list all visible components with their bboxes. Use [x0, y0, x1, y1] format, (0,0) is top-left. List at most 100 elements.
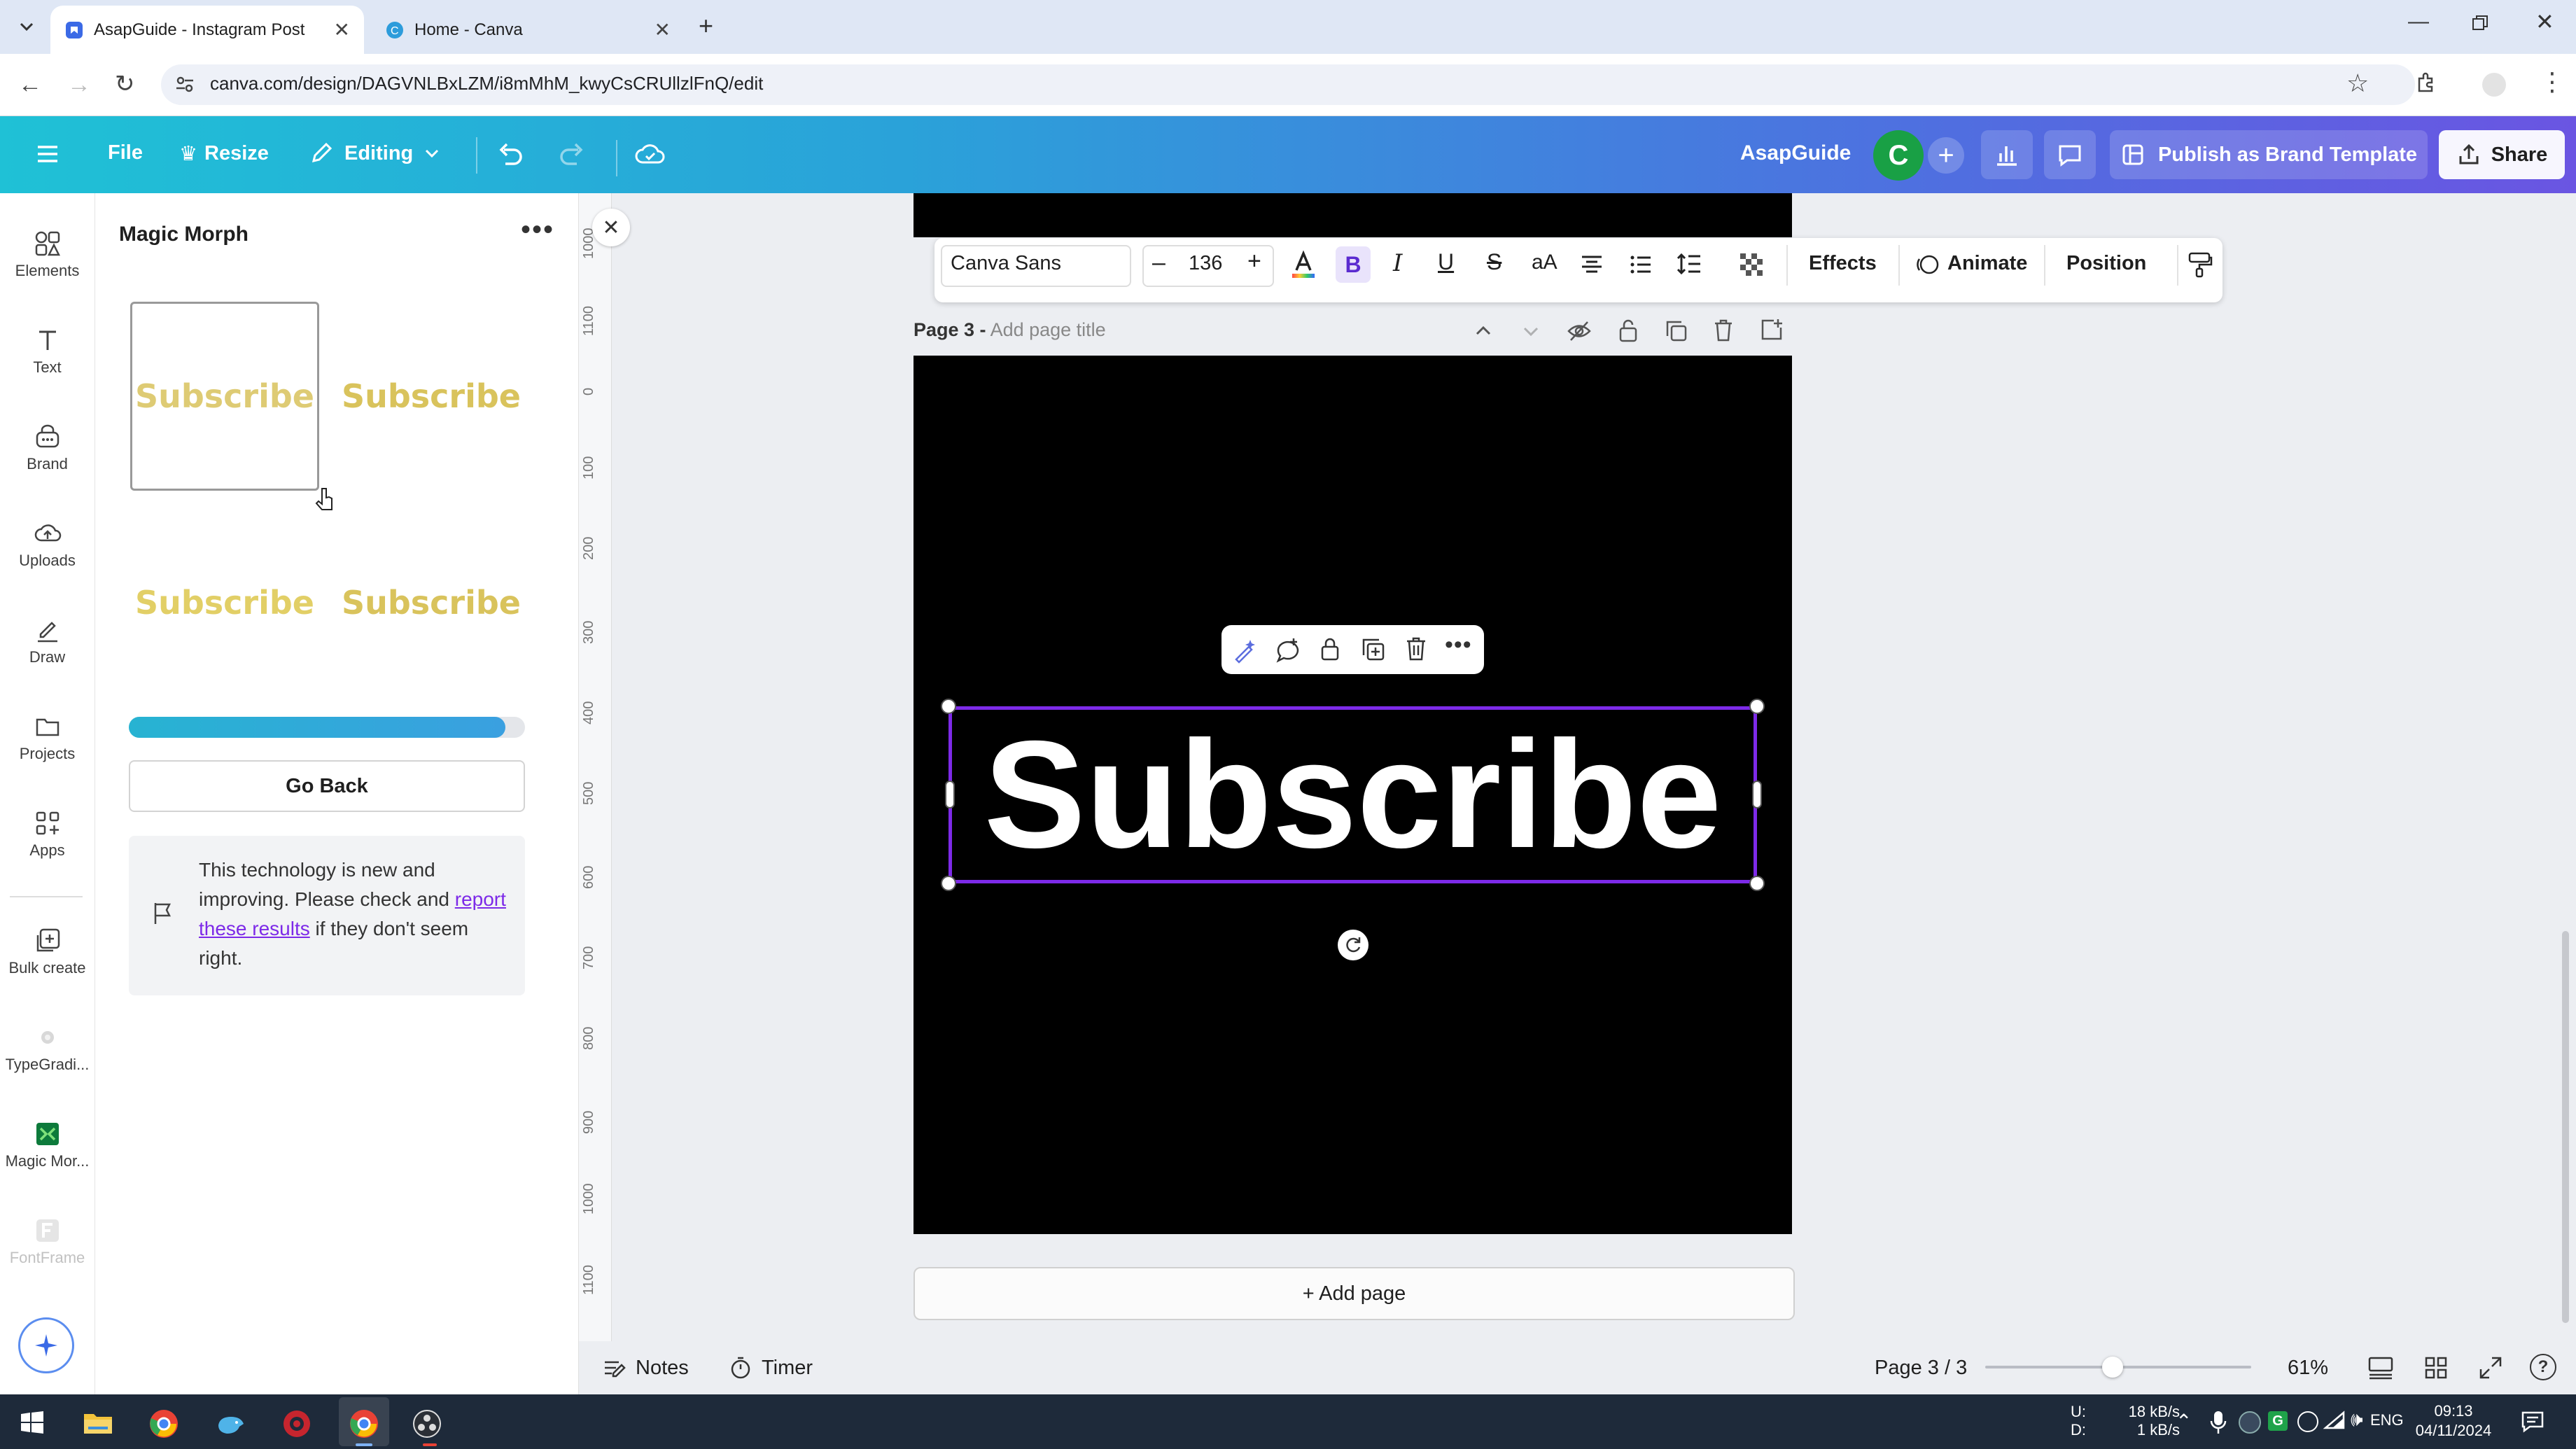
increase-size-icon[interactable]: +: [1247, 248, 1261, 275]
minimize-icon[interactable]: —: [2408, 10, 2429, 34]
zoom-slider[interactable]: [1985, 1357, 2251, 1378]
restore-icon[interactable]: [2471, 14, 2489, 32]
rail-item-fontframe[interactable]: FontFrame: [0, 1217, 94, 1267]
rail-item-apps[interactable]: Apps: [0, 809, 94, 860]
bookmark-star-icon[interactable]: ☆: [2346, 69, 2369, 98]
rail-item-uploads[interactable]: Uploads: [0, 519, 94, 570]
rail-item-typegradient[interactable]: TypeGradi...: [0, 1023, 94, 1074]
tray-expand-icon[interactable]: ⌃: [2176, 1410, 2192, 1433]
italic-icon[interactable]: I: [1393, 249, 1402, 277]
transparency-icon[interactable]: [1739, 252, 1764, 277]
tray-green-app-icon[interactable]: G: [2268, 1411, 2288, 1431]
back-icon[interactable]: ←: [18, 71, 42, 99]
resize-handle-se[interactable]: [1749, 876, 1765, 891]
editing-mode-button[interactable]: Editing: [308, 140, 441, 167]
hamburger-menu-icon[interactable]: [34, 140, 62, 168]
rail-item-text[interactable]: Text: [0, 326, 94, 377]
browser-menu-icon[interactable]: ⋮: [2540, 67, 2565, 97]
tab-home-canva[interactable]: C Home - Canva ✕: [371, 6, 685, 54]
lock-page-icon[interactable]: [1617, 318, 1639, 343]
comments-button[interactable]: [2044, 130, 2096, 179]
rail-item-draw[interactable]: Draw: [0, 616, 94, 666]
add-comment-icon[interactable]: [1275, 637, 1302, 664]
redo-icon[interactable]: [557, 140, 587, 169]
resize-button[interactable]: ♛ Resize: [179, 141, 269, 166]
grid-view-icon[interactable]: [2423, 1355, 2449, 1380]
add-page-button[interactable]: + Add page: [913, 1267, 1795, 1320]
extensions-icon[interactable]: [2414, 70, 2439, 95]
hide-page-icon[interactable]: [1567, 319, 1592, 343]
canvas-scrollbar[interactable]: [2562, 931, 2569, 1323]
rail-item-bulk-create[interactable]: Bulk create: [0, 927, 94, 977]
delete-page-icon[interactable]: [1712, 318, 1735, 343]
add-page-after-icon[interactable]: [1760, 318, 1784, 342]
line-spacing-icon[interactable]: [1676, 251, 1702, 277]
copy-style-icon[interactable]: [2185, 251, 2213, 279]
chrome-icon[interactable]: [148, 1408, 179, 1439]
site-settings-icon[interactable]: [174, 73, 196, 95]
bullet-list-icon[interactable]: [1628, 252, 1653, 277]
profile-avatar[interactable]: [2482, 73, 2506, 97]
volume-icon[interactable]: 🕪: [2351, 1408, 2363, 1432]
strikethrough-icon[interactable]: S: [1487, 249, 1502, 275]
resize-handle-w[interactable]: [945, 780, 955, 808]
obs-icon[interactable]: [412, 1408, 442, 1439]
insights-button[interactable]: [1981, 130, 2033, 179]
magic-edit-icon[interactable]: [1232, 637, 1259, 664]
position-button[interactable]: Position: [2066, 252, 2146, 275]
zoom-level[interactable]: 61%: [2288, 1357, 2328, 1380]
underline-icon[interactable]: U: [1438, 249, 1454, 275]
morph-result-2[interactable]: Subscribe: [337, 302, 526, 491]
rail-item-brand[interactable]: Brand: [0, 423, 94, 473]
letter-case-icon[interactable]: aA: [1532, 251, 1558, 274]
close-tab-icon[interactable]: ✕: [654, 18, 671, 41]
morph-result-3[interactable]: Subscribe: [130, 508, 319, 697]
whale-app-icon[interactable]: [216, 1410, 246, 1438]
more-element-options-icon[interactable]: •••: [1445, 631, 1472, 659]
font-size-value[interactable]: 136: [1189, 252, 1222, 275]
windows-start-icon[interactable]: [20, 1410, 45, 1435]
undo-icon[interactable]: [496, 140, 525, 169]
animate-button[interactable]: Animate: [1947, 252, 2027, 275]
chevron-up-icon[interactable]: [1473, 321, 1494, 342]
morph-result-4[interactable]: Subscribe: [337, 508, 526, 697]
text-color-icon[interactable]: [1289, 249, 1317, 280]
resize-handle-sw[interactable]: [941, 876, 956, 891]
decrease-size-icon[interactable]: –: [1152, 249, 1166, 276]
tab-asapguide[interactable]: AsapGuide - Instagram Post ✕: [50, 6, 364, 54]
help-icon[interactable]: ?: [2530, 1354, 2556, 1380]
close-window-icon[interactable]: ✕: [2535, 8, 2554, 35]
tab-list-dropdown-icon[interactable]: [15, 15, 38, 38]
timer-button[interactable]: Timer: [728, 1355, 813, 1380]
file-explorer-icon[interactable]: [83, 1408, 113, 1436]
bold-icon[interactable]: B: [1336, 246, 1371, 283]
forward-icon[interactable]: →: [67, 71, 91, 99]
resize-handle-nw[interactable]: [941, 699, 956, 714]
go-back-button[interactable]: Go Back: [129, 760, 525, 812]
effects-button[interactable]: Effects: [1809, 252, 1877, 275]
duplicate-page-icon[interactable]: [1665, 319, 1688, 343]
file-menu[interactable]: File: [108, 141, 143, 164]
team-name[interactable]: AsapGuide: [1740, 141, 1851, 165]
new-tab-icon[interactable]: +: [699, 11, 713, 41]
clock[interactable]: 09:13 04/11/2024: [2408, 1401, 2499, 1441]
magic-assistant-button[interactable]: [18, 1317, 74, 1373]
resize-handle-e[interactable]: [1752, 780, 1762, 808]
tray-app-icon[interactable]: [2239, 1411, 2261, 1434]
cloud-saved-icon[interactable]: [634, 139, 666, 171]
chrome-active-icon[interactable]: [349, 1408, 379, 1439]
resize-handle-ne[interactable]: [1749, 699, 1765, 714]
close-panel-icon[interactable]: ✕: [592, 209, 630, 246]
page-indicator[interactable]: Page 3 / 3: [1875, 1357, 1967, 1380]
chevron-down-icon[interactable]: [1520, 321, 1541, 342]
reload-icon[interactable]: ↻: [115, 70, 135, 98]
rail-item-magic-morph[interactable]: Magic Mor...: [0, 1120, 94, 1170]
microphone-icon[interactable]: [2209, 1408, 2227, 1436]
notes-button[interactable]: Notes: [602, 1355, 689, 1380]
more-options-icon[interactable]: •••: [521, 214, 554, 246]
fullscreen-icon[interactable]: [2478, 1355, 2503, 1380]
duplicate-element-icon[interactable]: [1361, 637, 1386, 662]
recorder-icon[interactable]: [281, 1408, 312, 1439]
user-avatar[interactable]: C: [1873, 130, 1924, 181]
lock-element-icon[interactable]: [1319, 636, 1341, 662]
